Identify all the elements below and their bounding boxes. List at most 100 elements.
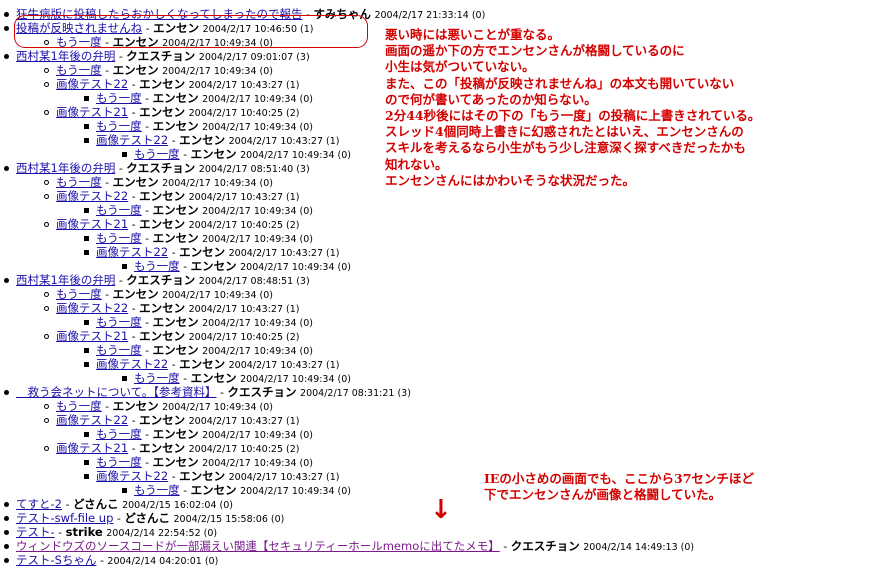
thread-title-link[interactable]: 画像テスト21	[56, 329, 128, 343]
thread-title-link[interactable]: もう一度	[56, 63, 102, 77]
thread-meta: 2004/2/17 10:49:34 (0)	[240, 262, 351, 273]
thread-title-link[interactable]: 西村某1年後の弁明	[16, 161, 115, 175]
circle-bullet-icon	[44, 306, 49, 311]
thread-row: もう一度 - エンセン 2004/2/17 10:49:34 (0)	[96, 315, 313, 329]
thread-meta: 2004/2/17 10:49:34 (0)	[202, 94, 313, 105]
thread-author: エンセン	[139, 217, 186, 231]
thread-title-link[interactable]: 画像テスト22	[56, 189, 128, 203]
separator: -	[141, 456, 153, 469]
thread-title-link[interactable]: 画像テスト22	[96, 245, 168, 259]
thread-row: 西村某1年後の弁明 - クエスチョン 2004/2/17 08:48:51 (3…	[16, 273, 310, 287]
thread-title-link[interactable]: もう一度	[96, 203, 142, 217]
thread-meta: 2004/2/17 10:43:27 (1)	[188, 192, 300, 203]
thread-author: エンセン	[152, 315, 199, 329]
thread-row: もう一度 - エンセン 2004/2/17 10:49:34 (0)	[134, 259, 351, 273]
thread-title-link[interactable]: テスト-swf-file up	[16, 511, 113, 525]
thread-title-link[interactable]: もう一度	[96, 315, 142, 329]
thread-title-link[interactable]: もう一度	[96, 427, 142, 441]
thread-title-link[interactable]: 画像テスト21	[56, 105, 128, 119]
thread-title-link[interactable]: 画像テスト22	[56, 413, 128, 427]
square-bullet-icon	[84, 320, 89, 325]
thread-author: エンセン	[112, 287, 159, 301]
thread-title-link[interactable]: もう一度	[56, 287, 102, 301]
thread-title-link[interactable]: 画像テスト21	[56, 441, 128, 455]
thread-title-link[interactable]: もう一度	[56, 175, 102, 189]
thread-title-link[interactable]: テスト-	[16, 525, 55, 539]
thread-author: エンセン	[190, 259, 237, 273]
thread-row: もう一度 - エンセン 2004/2/17 10:49:34 (0)	[96, 91, 313, 105]
thread-author: どさんこ	[124, 511, 170, 525]
thread-author: エンセン	[179, 245, 226, 259]
thread-title-link[interactable]: テスト-Sちゃん	[16, 553, 96, 567]
thread-title-link[interactable]: もう一度	[96, 455, 142, 469]
thread-title-link[interactable]: 画像テスト21	[56, 217, 128, 231]
square-bullet-icon	[84, 250, 89, 255]
separator: -	[179, 260, 191, 273]
thread-meta: 2004/2/17 10:43:27 (1)	[188, 80, 300, 91]
thread-title-link[interactable]: もう一度	[134, 259, 180, 273]
thread-meta: 2004/2/17 10:49:34 (0)	[202, 430, 313, 441]
disc-bullet-icon	[4, 530, 9, 535]
thread-author: エンセン	[190, 371, 237, 385]
thread-title-link[interactable]: 救う会ネットについて。【参考資料】	[16, 385, 216, 399]
square-bullet-icon	[122, 152, 127, 157]
disc-bullet-icon	[4, 278, 9, 283]
thread-title-link[interactable]: 画像テスト22	[56, 77, 128, 91]
thread-author: どさんこ	[72, 497, 119, 511]
thread-meta: 2004/2/17 10:40:25 (2)	[188, 108, 300, 119]
thread-title-link[interactable]: もう一度	[96, 91, 142, 105]
thread-meta: 2004/2/14 22:54:52 (0)	[106, 528, 218, 539]
separator: -	[128, 330, 140, 343]
thread-row: 画像テスト22 - エンセン 2004/2/17 10:43:27 (1)	[56, 301, 299, 315]
thread-title-link[interactable]: 画像テスト22	[56, 301, 128, 315]
thread-meta: 2004/2/15 15:58:06 (0)	[173, 514, 285, 525]
square-bullet-icon	[84, 236, 89, 241]
thread-title-link[interactable]: 画像テスト22	[96, 469, 168, 483]
square-bullet-icon	[122, 264, 127, 269]
thread-meta: 2004/2/17 10:43:27 (1)	[188, 416, 300, 427]
circle-bullet-icon	[44, 446, 49, 451]
thread-title-link[interactable]: ウィンドウズのソースコードが一部漏えい関連【セキュリティーホールmemoに出てた…	[16, 539, 500, 553]
thread-title-link[interactable]: もう一度	[96, 119, 142, 133]
circle-bullet-icon	[44, 110, 49, 115]
thread-row: 画像テスト22 - エンセン 2004/2/17 10:43:27 (1)	[96, 245, 339, 259]
thread-author: エンセン	[112, 399, 159, 413]
thread-title-link[interactable]: 画像テスト22	[96, 133, 168, 147]
separator: -	[113, 512, 125, 525]
thread-title-link[interactable]: もう一度	[134, 483, 180, 497]
thread-row: 画像テスト22 - エンセン 2004/2/17 10:43:27 (1)	[96, 469, 339, 483]
thread-title-link[interactable]: もう一度	[134, 371, 180, 385]
thread-title-link[interactable]: 西村某1年後の弁明	[16, 273, 115, 287]
thread-title-link[interactable]: もう一度	[134, 147, 180, 161]
separator: -	[115, 50, 127, 63]
thread-author: クエスチョン	[227, 385, 297, 399]
square-bullet-icon	[122, 376, 127, 381]
thread-title-link[interactable]: もう一度	[56, 399, 102, 413]
thread-meta: 2004/2/14 14:49:13 (0)	[583, 542, 695, 553]
down-arrow-icon: ↓	[430, 495, 452, 525]
thread-author: エンセン	[139, 301, 186, 315]
separator: -	[141, 344, 153, 357]
thread-meta: 2004/2/17 10:43:27 (1)	[228, 248, 340, 259]
square-bullet-icon	[84, 348, 89, 353]
thread-title-link[interactable]: 画像テスト22	[96, 357, 168, 371]
separator: -	[101, 176, 113, 189]
thread-author: strike	[65, 525, 103, 539]
thread-meta: 2004/2/17 10:43:27 (1)	[228, 136, 340, 147]
thread-title-link[interactable]: てすと-2	[16, 497, 62, 511]
thread-title-link[interactable]: 西村某1年後の弁明	[16, 49, 115, 63]
thread-row: もう一度 - エンセン 2004/2/17 10:49:34 (0)	[96, 343, 313, 357]
thread-row: ウィンドウズのソースコードが一部漏えい関連【セキュリティーホールmemoに出てた…	[16, 539, 694, 553]
thread-author: エンセン	[190, 147, 237, 161]
thread-title-link[interactable]: もう一度	[96, 231, 142, 245]
thread-meta: 2004/2/17 10:49:34 (0)	[202, 234, 313, 245]
thread-title-link[interactable]: もう一度	[96, 343, 142, 357]
thread-meta: 2004/2/17 10:49:34 (0)	[240, 150, 351, 161]
separator: -	[128, 218, 140, 231]
thread-row: もう一度 - エンセン 2004/2/17 10:49:34 (0)	[56, 175, 273, 189]
thread-row: てすと-2 - どさんこ 2004/2/15 16:02:04 (0)	[16, 497, 233, 511]
circle-bullet-icon	[44, 68, 49, 73]
thread-meta: 2004/2/17 10:49:34 (0)	[240, 486, 351, 497]
thread-row: テスト- - strike 2004/2/14 22:54:52 (0)	[16, 525, 217, 539]
thread-author: エンセン	[139, 441, 186, 455]
